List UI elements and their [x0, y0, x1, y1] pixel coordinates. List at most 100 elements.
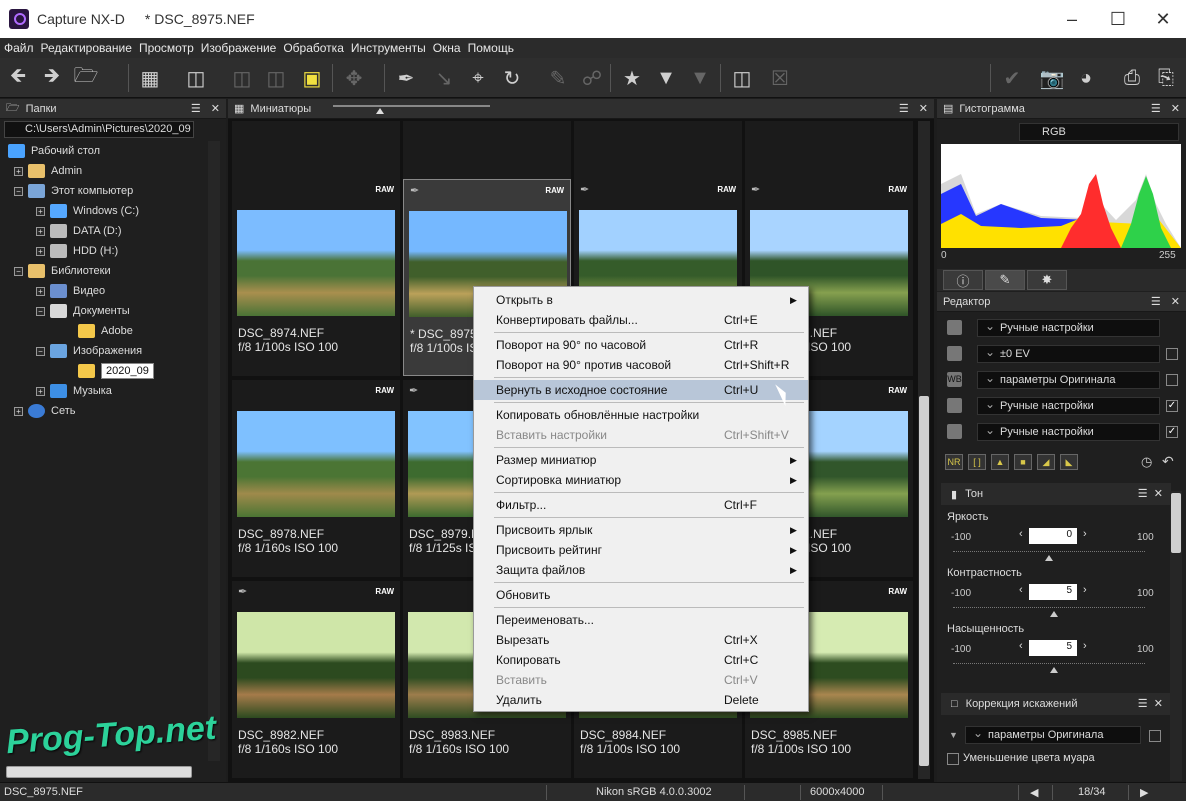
open-folder-icon[interactable]: 🗁 [72, 64, 100, 92]
expand-icon[interactable]: + [14, 406, 23, 416]
back-arrow-icon[interactable]: 🡸 [4, 64, 32, 92]
editor-checkbox[interactable]: ✓ [1166, 426, 1178, 438]
collapse-icon[interactable]: − [36, 346, 45, 356]
close-button[interactable]: ✕ [1140, 0, 1186, 38]
tree-node[interactable]: Adobe [78, 321, 133, 341]
editor-dropdown[interactable]: параметры Оригинала [977, 371, 1160, 389]
menu-help[interactable]: Помощь [468, 41, 514, 55]
active-dlighting-icon[interactable] [947, 424, 962, 439]
menu-image[interactable]: Изображение [201, 41, 277, 55]
multi-view-icon[interactable]: ◫ [262, 64, 290, 92]
distortion-dropdown[interactable]: параметры Оригинала [965, 726, 1141, 744]
tab-tools-icon[interactable]: ✸ [1027, 270, 1067, 290]
thumbnail-image[interactable] [237, 210, 395, 316]
slider-decrement-icon[interactable]: ‹ [1019, 584, 1023, 596]
tree-node[interactable]: − Библиотеки [14, 261, 111, 281]
moire-checkbox[interactable] [947, 753, 959, 765]
collapse-icon[interactable]: − [14, 266, 23, 276]
tree-node[interactable]: − Этот компьютер [14, 181, 133, 201]
panel-menu-icon[interactable]: ☰ [191, 102, 201, 115]
camera-export-icon[interactable]: 📷 [1038, 64, 1066, 92]
slider-value-input[interactable]: 5 [1029, 584, 1077, 600]
context-menu-item[interactable]: Переименовать... [474, 610, 808, 630]
panel-menu-icon[interactable]: ☰ [899, 102, 909, 115]
context-menu-item[interactable]: Конвертировать файлы... Ctrl+E [474, 310, 808, 330]
picture-control-icon[interactable] [947, 398, 962, 413]
histogram-channel-dropdown[interactable]: RGB [1019, 123, 1179, 141]
expand-icon[interactable]: + [36, 286, 45, 296]
menu-process[interactable]: Обработка [283, 41, 344, 55]
retouch-brush-icon[interactable]: ✎ [544, 64, 572, 92]
close-view-icon[interactable]: ☒ [766, 64, 794, 92]
editor-checkbox[interactable] [1166, 348, 1178, 360]
context-menu-item[interactable]: Удалить Delete [474, 690, 808, 710]
editor-dropdown[interactable]: ±0 EV [977, 345, 1160, 363]
slider-increment-icon[interactable]: › [1083, 528, 1087, 540]
app-open-icon[interactable]: ◕ [1072, 64, 1100, 92]
wb-icon[interactable]: WB [947, 372, 962, 387]
panel-menu-icon[interactable]: ☰ [1138, 698, 1148, 710]
star-icon[interactable]: ★ [618, 64, 646, 92]
thumbnail-scrollbar[interactable] [918, 121, 930, 779]
context-menu-item[interactable]: Сортировка миниатюр ▶ [474, 470, 808, 490]
collapse-icon[interactable]: − [36, 306, 45, 316]
color-balance-icon[interactable]: ◣ [1060, 454, 1078, 470]
thumbnail-cell[interactable]: RAW ✒ DSC_8982.NEF f/8 1/160s ISO 100 [232, 581, 400, 778]
slider-decrement-icon[interactable]: ‹ [1019, 528, 1023, 540]
filter-icon[interactable]: ▼ [652, 64, 680, 92]
context-menu-item[interactable]: Поворот на 90° против часовой Ctrl+Shift+… [474, 355, 808, 375]
panel-menu-icon[interactable]: ☰ [1138, 488, 1148, 500]
filter-clear-icon[interactable]: ▼ [686, 64, 714, 92]
undo-icon[interactable]: ↶ [1162, 453, 1174, 470]
slider-track[interactable] [953, 602, 1145, 608]
thumbnail-size-thumb[interactable] [376, 108, 385, 114]
context-menu-item[interactable]: Копировать обновлённые настройки [474, 405, 808, 425]
collapse-arrow-icon[interactable]: ▼ [949, 730, 958, 740]
thumbnail-image[interactable] [237, 411, 395, 517]
slider-track[interactable] [953, 546, 1145, 552]
tree-node[interactable]: + Музыка [36, 381, 112, 401]
right-panel-scrollbar-thumb[interactable] [1171, 493, 1181, 553]
tree-node[interactable]: − Документы [36, 301, 130, 321]
forward-arrow-icon[interactable]: 🡺 [38, 64, 66, 92]
checkmark-icon[interactable]: ✔ [998, 64, 1026, 92]
tree-node[interactable]: + Сеть [14, 401, 75, 421]
thumbnail-scrollbar-thumb[interactable] [919, 396, 929, 766]
distortion-checkbox[interactable] [1149, 730, 1161, 742]
expand-icon[interactable]: + [36, 226, 45, 236]
tree-node[interactable]: + DATA (D:) [36, 221, 121, 241]
tree-node[interactable]: + Admin [14, 161, 82, 181]
gear-icon[interactable] [947, 320, 962, 335]
compare-view-icon[interactable]: ◫ [182, 64, 210, 92]
expand-icon[interactable]: + [36, 386, 45, 396]
expand-icon[interactable]: + [36, 246, 45, 256]
straighten-icon[interactable]: ↘ [430, 64, 458, 92]
slider-value-input[interactable]: 0 [1029, 528, 1077, 544]
context-menu-item[interactable]: Вставить настройки Ctrl+Shift+V [474, 425, 808, 445]
split-view-icon[interactable]: ◫ [228, 64, 256, 92]
next-image-icon[interactable]: ▶ [1140, 786, 1148, 799]
context-menu-item[interactable]: Поворот на 90° по часовой Ctrl+R [474, 335, 808, 355]
editor-checkbox[interactable]: ✓ [1166, 400, 1178, 412]
convert-icon[interactable]: ⎘ [1152, 64, 1180, 92]
slider-track[interactable] [953, 658, 1145, 664]
tree-node[interactable]: Рабочий стол [8, 141, 100, 161]
print-icon[interactable]: ⎙ [1118, 64, 1146, 92]
move-tool-icon[interactable]: ✥ [340, 64, 368, 92]
context-menu-item[interactable]: Открыть в ▶ [474, 290, 808, 310]
slider-value-input[interactable]: 5 [1029, 640, 1077, 656]
tree-node[interactable]: + HDD (H:) [36, 241, 118, 261]
thumbnail-cell[interactable]: RAW DSC_8978.NEF f/8 1/160s ISO 100 [232, 380, 400, 577]
panel-close-icon[interactable]: ✕ [1171, 295, 1180, 308]
prev-image-icon[interactable]: ◀ [1030, 786, 1038, 799]
tree-node[interactable]: 2020_09 [78, 361, 154, 381]
menu-file[interactable]: Файл [4, 41, 34, 55]
curve-icon[interactable]: ◢ [1037, 454, 1055, 470]
thumbnail-size-slider[interactable] [333, 105, 490, 107]
expand-icon[interactable]: + [36, 206, 45, 216]
levels-icon[interactable]: ▲ [991, 454, 1009, 470]
history-icon[interactable]: ◷ [1141, 454, 1152, 470]
collapse-icon[interactable]: − [14, 186, 23, 196]
grid-view-icon[interactable]: ▦ [136, 64, 164, 92]
menu-edit[interactable]: Редактирование [41, 41, 132, 55]
